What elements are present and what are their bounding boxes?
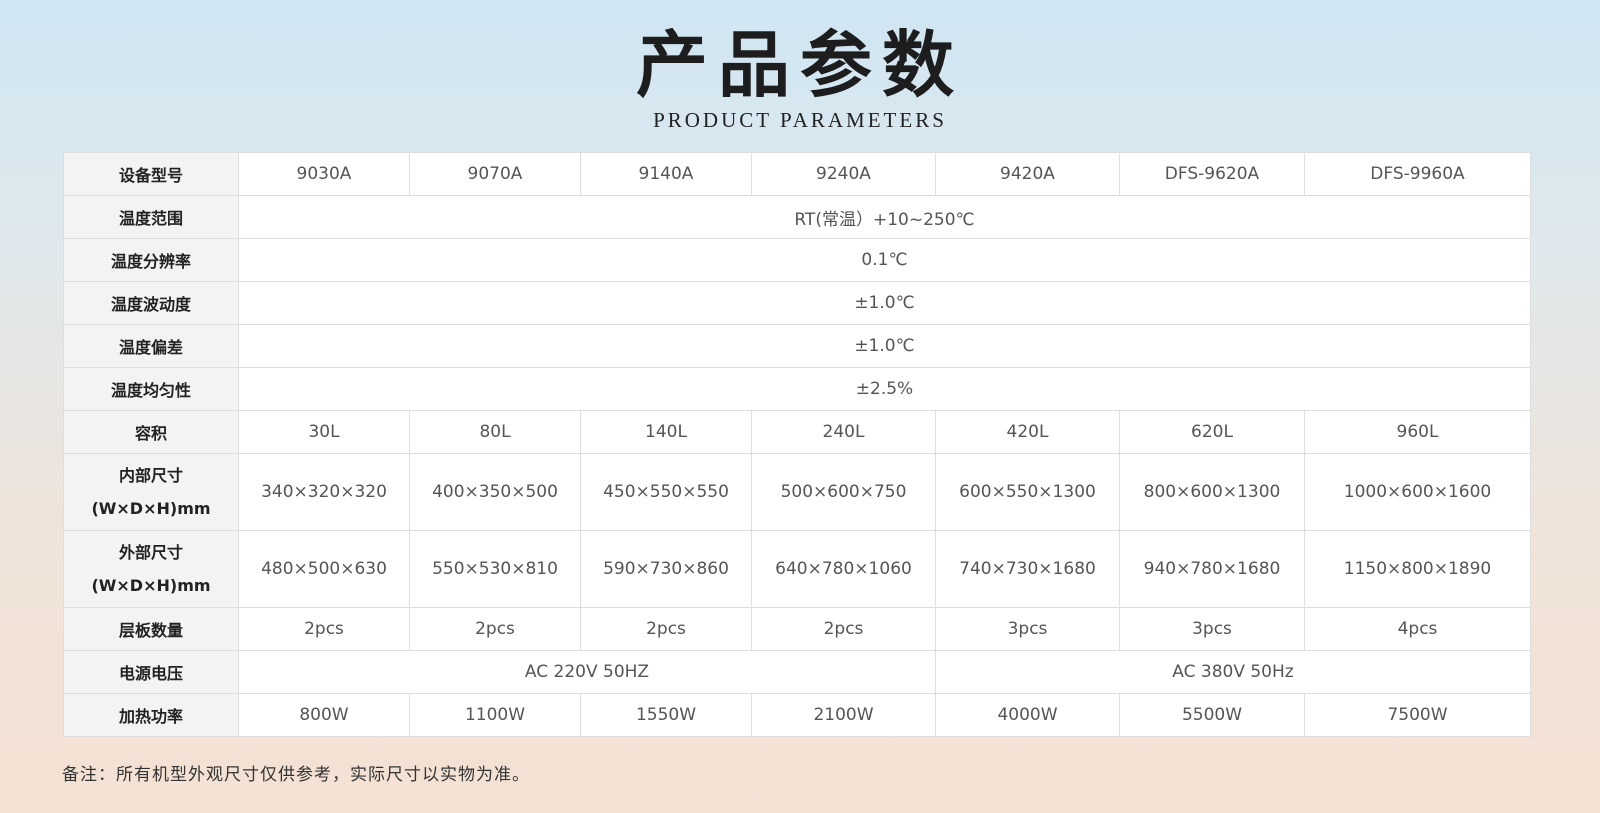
inner-size-cell: 800×600×1300	[1119, 453, 1305, 531]
volume-cell: 80L	[409, 410, 581, 454]
page-subtitle: PRODUCT PARAMETERS	[653, 108, 947, 132]
power-supply-cell: AC 380V 50Hz	[935, 650, 1531, 694]
table-row: 设备型号 9030A 9070A 9140A 9240A 9420A DFS-9…	[63, 152, 1531, 196]
row-label: 温度范围	[63, 195, 239, 239]
table-row: 电源电压 AC 220V 50HZ AC 380V 50Hz	[63, 650, 1531, 694]
shelves-cell: 2pcs	[580, 607, 752, 651]
outer-size-cell: 740×730×1680	[935, 530, 1120, 608]
table-row: 内部尺寸 (W×D×H)mm 340×320×320 400×350×500 4…	[63, 453, 1531, 531]
footnote: 备注：所有机型外观尺寸仅供参考，实际尺寸以实物为准。	[62, 765, 530, 785]
inner-size-cell: 400×350×500	[409, 453, 581, 531]
model-cell: 9030A	[238, 152, 410, 196]
table-row: 温度均匀性 ±2.5%	[63, 367, 1531, 411]
heating-power-cell: 1100W	[409, 693, 581, 737]
inner-size-cell: 500×600×750	[751, 453, 936, 531]
inner-size-cell: 600×550×1300	[935, 453, 1120, 531]
table-row: 容积 30L 80L 140L 240L 420L 620L 960L	[63, 410, 1531, 454]
heating-power-cell: 800W	[238, 693, 410, 737]
table-row: 外部尺寸 (W×D×H)mm 480×500×630 550×530×810 5…	[63, 530, 1531, 608]
volume-cell: 240L	[751, 410, 936, 454]
row-label: 外部尺寸 (W×D×H)mm	[63, 530, 239, 608]
shelves-cell: 3pcs	[935, 607, 1120, 651]
row-label: 设备型号	[63, 152, 239, 196]
row-label: 温度波动度	[63, 281, 239, 325]
product-parameters-table: 设备型号 9030A 9070A 9140A 9240A 9420A DFS-9…	[63, 152, 1531, 737]
model-cell: 9070A	[409, 152, 581, 196]
row-label: 内部尺寸 (W×D×H)mm	[63, 453, 239, 531]
row-label-line: (W×D×H)mm	[91, 576, 211, 595]
temp-fluctuation-cell: ±1.0℃	[238, 281, 1531, 325]
volume-cell: 140L	[580, 410, 752, 454]
inner-size-cell: 1000×600×1600	[1304, 453, 1531, 531]
temp-resolution-cell: 0.1℃	[238, 238, 1531, 282]
heating-power-cell: 4000W	[935, 693, 1120, 737]
page-title: 产品参数	[635, 22, 964, 107]
volume-cell: 420L	[935, 410, 1120, 454]
row-label-line: 外部尺寸	[118, 543, 183, 562]
power-supply-cell: AC 220V 50HZ	[238, 650, 936, 694]
inner-size-cell: 340×320×320	[238, 453, 410, 531]
shelves-cell: 4pcs	[1304, 607, 1531, 651]
row-label: 容积	[63, 410, 239, 454]
heating-power-cell: 2100W	[751, 693, 936, 737]
shelves-cell: 2pcs	[238, 607, 410, 651]
heating-power-cell: 1550W	[580, 693, 752, 737]
shelves-cell: 2pcs	[751, 607, 936, 651]
volume-cell: 30L	[238, 410, 410, 454]
inner-size-cell: 450×550×550	[580, 453, 752, 531]
table-row: 温度波动度 ±1.0℃	[63, 281, 1531, 325]
volume-cell: 620L	[1119, 410, 1305, 454]
model-cell: 9420A	[935, 152, 1120, 196]
temp-range-cell: RT(常温）+10~250℃	[238, 195, 1531, 239]
table-row: 温度范围 RT(常温）+10~250℃	[63, 195, 1531, 239]
shelves-cell: 3pcs	[1119, 607, 1305, 651]
table-row: 温度偏差 ±1.0℃	[63, 324, 1531, 368]
row-label: 层板数量	[63, 607, 239, 651]
row-label: 电源电压	[63, 650, 239, 694]
outer-size-cell: 550×530×810	[409, 530, 581, 608]
model-cell: DFS-9620A	[1119, 152, 1305, 196]
row-label: 加热功率	[63, 693, 239, 737]
outer-size-cell: 480×500×630	[238, 530, 410, 608]
volume-cell: 960L	[1304, 410, 1531, 454]
heating-power-cell: 5500W	[1119, 693, 1305, 737]
outer-size-cell: 640×780×1060	[751, 530, 936, 608]
outer-size-cell: 1150×800×1890	[1304, 530, 1531, 608]
heating-power-cell: 7500W	[1304, 693, 1531, 737]
model-cell: 9240A	[751, 152, 936, 196]
model-cell: DFS-9960A	[1304, 152, 1531, 196]
row-label-line: (W×D×H)mm	[91, 499, 211, 518]
row-label-line: 内部尺寸	[118, 466, 183, 485]
temp-deviation-cell: ±1.0℃	[238, 324, 1531, 368]
temp-uniformity-cell: ±2.5%	[238, 367, 1531, 411]
shelves-cell: 2pcs	[409, 607, 581, 651]
table-row: 加热功率 800W 1100W 1550W 2100W 4000W 5500W …	[63, 693, 1531, 737]
table-row: 温度分辨率 0.1℃	[63, 238, 1531, 282]
outer-size-cell: 940×780×1680	[1119, 530, 1305, 608]
row-label: 温度均匀性	[63, 367, 239, 411]
row-label: 温度分辨率	[63, 238, 239, 282]
model-cell: 9140A	[580, 152, 752, 196]
table-row: 层板数量 2pcs 2pcs 2pcs 2pcs 3pcs 3pcs 4pcs	[63, 607, 1531, 651]
outer-size-cell: 590×730×860	[580, 530, 752, 608]
row-label: 温度偏差	[63, 324, 239, 368]
